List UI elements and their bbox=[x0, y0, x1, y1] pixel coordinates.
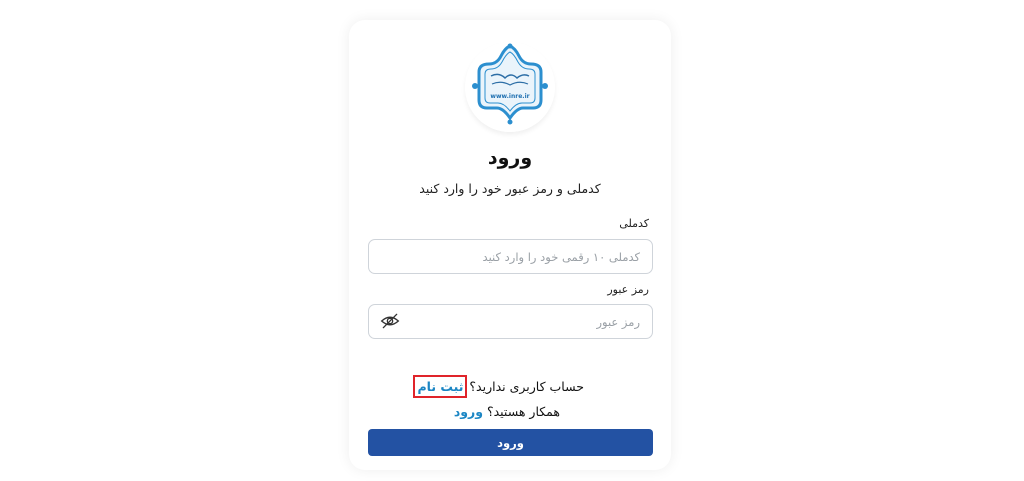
no-account-text: حساب کاربری ندارید؟ bbox=[469, 379, 584, 394]
eye-slash-icon[interactable] bbox=[380, 311, 400, 331]
password-label: رمز عبور bbox=[607, 283, 649, 296]
logo: www.inre.ir bbox=[465, 42, 555, 132]
register-highlight: ثبت نام bbox=[413, 375, 468, 398]
login-card: www.inre.ir ورود کدملی و رمز عبور خود را… bbox=[349, 20, 671, 470]
national-code-input[interactable] bbox=[368, 239, 653, 274]
partner-row: همکار هستید؟ ورود bbox=[454, 404, 560, 419]
register-row: حساب کاربری ندارید؟ ثبت نام bbox=[413, 375, 584, 398]
page-subtitle: کدملی و رمز عبور خود را وارد کنید bbox=[419, 181, 601, 196]
password-input[interactable] bbox=[368, 304, 653, 339]
page: www.inre.ir ورود کدملی و رمز عبور خود را… bbox=[0, 0, 1024, 481]
login-button[interactable]: ورود bbox=[368, 429, 653, 456]
partner-text: همکار هستید؟ bbox=[486, 404, 560, 419]
logo-emblem-icon bbox=[465, 42, 555, 132]
national-code-label: کدملی bbox=[619, 217, 649, 230]
register-link[interactable]: ثبت نام bbox=[417, 379, 463, 394]
logo-site-text: www.inre.ir bbox=[490, 93, 530, 100]
page-title: ورود bbox=[487, 147, 533, 169]
partner-login-link[interactable]: ورود bbox=[454, 404, 483, 419]
